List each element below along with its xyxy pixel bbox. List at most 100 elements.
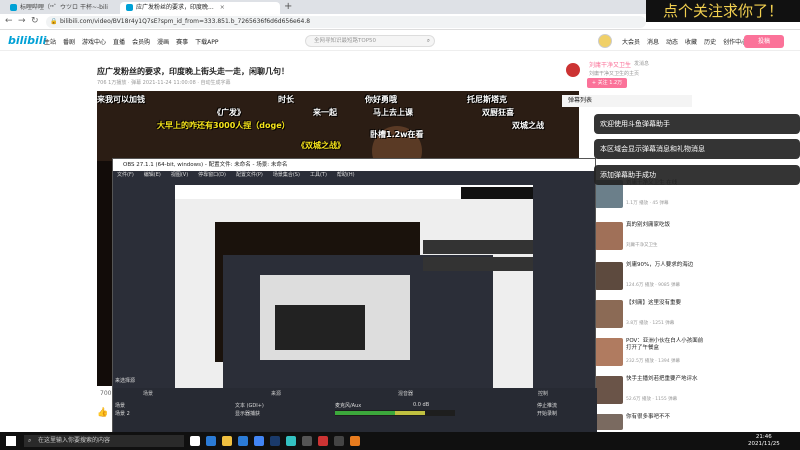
recommend-item[interactable]: 快手主播刘若把重要产地评水 52.6万 播放 · 1155 弹幕 (595, 376, 705, 406)
nav-item-app[interactable]: 下载APP (195, 37, 218, 46)
app-icon[interactable] (302, 436, 312, 446)
recommend-item[interactable]: 真的别刘庸家吃饭 刘庸干净又卫生 (595, 222, 705, 252)
obs-menu-file[interactable]: 文件(F) (117, 171, 134, 180)
obs-menu-help[interactable]: 帮助(H) (337, 171, 355, 180)
obs-icon[interactable] (334, 436, 344, 446)
obs-menu-dock[interactable]: 停靠窗口(D) (198, 171, 226, 180)
uploader-desc: 刘庸干净又卫生的主页 (589, 71, 640, 77)
obs-menu-scenes[interactable]: 场景集合(S) (273, 171, 300, 180)
nav-item-main[interactable]: 主站 (44, 37, 56, 46)
rec-thumbnail (595, 338, 623, 366)
nav-items: 主站 番剧 游戏中心 直播 会员购 漫画 赛事 下载APP (44, 37, 218, 46)
rec-meta: 刘庸干净又卫生 (626, 243, 658, 248)
tab-2[interactable]: 应广发粉丝的要求，印度晚... × (120, 2, 280, 14)
nav-item-events[interactable]: 赛事 (176, 37, 188, 46)
taskbar-clock[interactable]: 21:46 2021/11/25 (748, 434, 780, 448)
like-icon[interactable]: 👍 (97, 408, 108, 418)
rec-title: 真的别刘庸家吃饭 (626, 222, 671, 228)
obs-scene-item[interactable]: 场景 2 (115, 410, 130, 417)
recommend-item[interactable]: POV：亚洲小伙在白人小孩面前打开了午餐盒 232.5万 播放 · 1394 弹… (595, 338, 705, 368)
nav-item-live[interactable]: 直播 (113, 37, 125, 46)
recommend-item[interactable]: 【刘庸】这里没有重要 3.8万 播放 · 1251 弹幕 (595, 300, 705, 330)
recommend-item[interactable]: 你有很多事吧不不 (595, 414, 705, 430)
video-meta: 706 1万播放 · 弹幕 2021-11-24 11:00:08 · 自动生成… (97, 80, 231, 86)
obs-volume-meter[interactable] (335, 410, 455, 416)
chrome-icon[interactable] (254, 436, 264, 446)
nav-favorites[interactable]: 收藏 (685, 37, 697, 46)
obs-source-item[interactable]: 文本 (GDI+) (235, 402, 264, 409)
recommend-item[interactable]: 刘庸90%，万人要求的海边 124.6万 播放 · 9085 弹幕 (595, 262, 705, 292)
rec-thumbnail (595, 414, 623, 430)
obs-menu-edit[interactable]: 编辑(E) (144, 171, 161, 180)
stream-overlay-text: 点个关注求你了！ (646, 0, 800, 22)
store-icon[interactable] (238, 436, 248, 446)
obs-panel-sources: 来源 (271, 391, 282, 397)
search-input[interactable]: 全网寻知识最短路TOP50 ⌕ (305, 35, 435, 47)
obs-source-item[interactable]: 显示器捕获 (235, 410, 260, 417)
search-icon: ⌕ (28, 437, 32, 444)
obs-preview[interactable] (175, 185, 533, 388)
back-icon[interactable]: ← (5, 16, 13, 26)
danmaku-list-header[interactable]: 弹幕列表 (562, 95, 692, 107)
reload-icon[interactable]: ↻ (31, 16, 39, 26)
obs-menu: 文件(F) 编辑(E) 视图(V) 停靠窗口(D) 配置文件(P) 场景集合(S… (113, 171, 595, 180)
obs-stop-stream-button[interactable]: 停止推流 (537, 402, 557, 409)
uploader-name[interactable]: 刘庸干净又卫生 (589, 60, 631, 69)
obs-menu-profile[interactable]: 配置文件(P) (236, 171, 263, 180)
search-icon[interactable]: ⌕ (427, 36, 430, 46)
edge-icon[interactable] (206, 436, 216, 446)
windows-start-icon[interactable] (6, 436, 16, 446)
obs-scene-item[interactable]: 场景 (115, 402, 125, 409)
nav-item-game[interactable]: 游戏中心 (82, 37, 106, 46)
obs-menu-view[interactable]: 视图(V) (171, 171, 188, 180)
obs-title-bar: OBS 27.1.1 (64-bit, windows) - 配置文件: 未命名… (113, 159, 595, 171)
uploader-avatar[interactable] (564, 61, 582, 79)
steam-icon[interactable] (270, 436, 280, 446)
danmaku-item: 双城之战 (512, 121, 544, 130)
tab-1[interactable]: 标哩哔哩（ʳᵉ゜ウツロ 干杯~-bili (4, 2, 119, 14)
nav-item-manga[interactable]: 漫画 (157, 37, 169, 46)
danmaku-item: 托尼斯塔克 (467, 95, 507, 104)
rec-meta: 52.6万 播放 · 1155 弹幕 (626, 397, 678, 402)
obs-mixer-db: 0.0 dB (413, 402, 430, 408)
bilibili-favicon-icon (126, 4, 133, 11)
rec-title: 刘庸90%，万人要求的海边 (626, 262, 694, 268)
right-nav: 大会员 消息 动态 收藏 历史 创作中心 (622, 37, 747, 46)
rec-meta: 1.1万 播放 · 45 弹幕 (626, 201, 669, 206)
url-field[interactable]: 🔒 bilibili.com/video/BV18r4y1Q7sE?spm_id… (46, 16, 646, 28)
nav-item-shop[interactable]: 会员购 (132, 37, 150, 46)
nav-dynamic[interactable]: 动态 (666, 37, 678, 46)
nav-vip[interactable]: 大会员 (622, 37, 640, 46)
follow-button[interactable]: + 关注 1.2万 (587, 78, 627, 88)
obs-start-record-button[interactable]: 开始录制 (537, 410, 557, 417)
close-icon[interactable]: × (220, 4, 225, 11)
obs-filter-label: 来选择源 (115, 378, 136, 384)
app-icon[interactable] (350, 436, 360, 446)
avatar[interactable] (598, 34, 612, 48)
upload-button[interactable]: 投稿 (744, 35, 784, 48)
app-icon[interactable] (286, 436, 296, 446)
bilibili-logo[interactable]: bilibili (8, 34, 46, 47)
obs-panel-mixer: 混音器 (398, 391, 414, 397)
taskbar-search-input[interactable]: ⌕ 在这里输入你要搜索的内容 (24, 435, 184, 447)
site-nav: bilibili 主站 番剧 游戏中心 直播 会员购 漫画 赛事 下载APP 全… (0, 31, 800, 51)
danmaku-helper-toast: 本区域会显示弹幕消息和礼物消息 (594, 139, 800, 159)
new-tab-button[interactable]: + (284, 1, 292, 12)
nav-item-anime[interactable]: 番剧 (63, 37, 75, 46)
danmaku-item: 马上去上课 (373, 108, 413, 117)
danmaku-item: 时长 (278, 95, 294, 104)
forward-icon[interactable]: → (18, 16, 26, 26)
rec-title: 【刘庸】这里没有重要 (626, 300, 682, 306)
danmaku-item: 你好勇哦 (365, 95, 397, 104)
app-icon[interactable] (318, 436, 328, 446)
message-link[interactable]: 发消息 (634, 60, 649, 67)
rec-thumbnail (595, 222, 623, 250)
folder-icon[interactable] (222, 436, 232, 446)
danmaku-helper-toast: 添加弹幕助手成功 (594, 165, 800, 185)
task-view-icon[interactable] (190, 436, 200, 446)
rec-thumbnail (595, 376, 623, 404)
nav-history[interactable]: 历史 (704, 37, 716, 46)
obs-menu-tools[interactable]: 工具(T) (310, 171, 327, 180)
nav-messages[interactable]: 消息 (647, 37, 659, 46)
obs-window[interactable]: OBS 27.1.1 (64-bit, windows) - 配置文件: 未命名… (112, 158, 597, 450)
